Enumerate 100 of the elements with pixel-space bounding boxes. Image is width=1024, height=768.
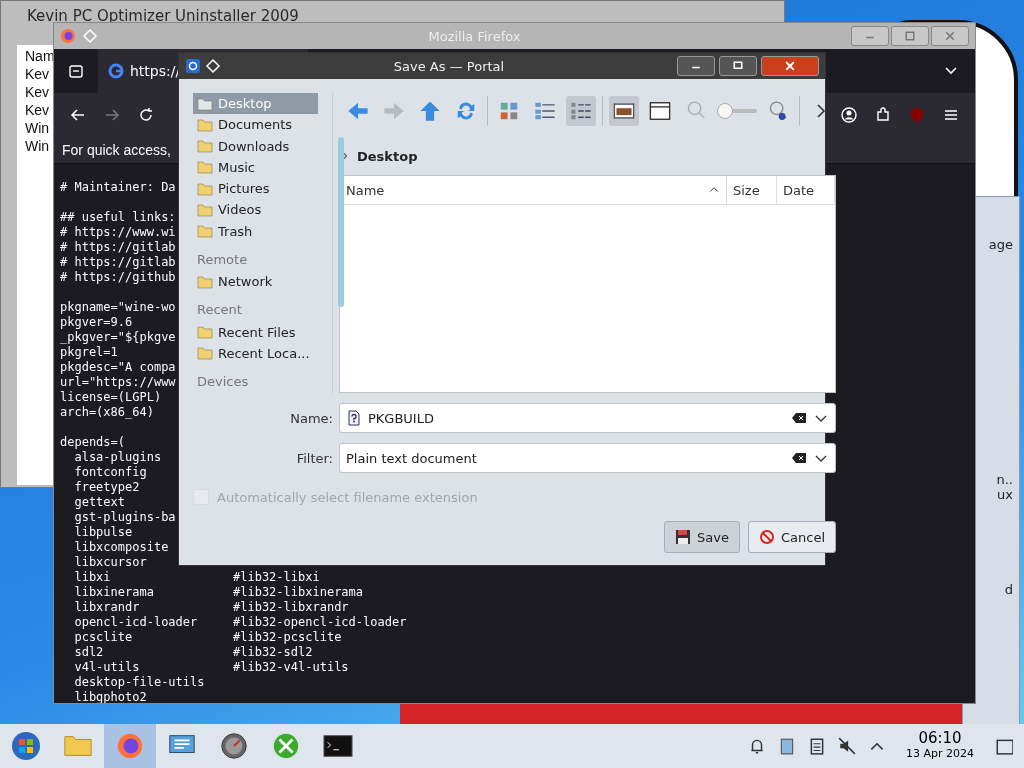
places-item[interactable]: Pictures <box>193 178 318 200</box>
column-header[interactable]: Name <box>340 176 727 204</box>
firefox-icon <box>115 731 145 761</box>
code-line: libxcomposite <box>73 540 169 555</box>
view-compact-icon <box>534 100 556 122</box>
places-icon <box>649 100 671 122</box>
code-comment: #lib32-opencl-icd-loader <box>233 615 407 630</box>
folder-icon <box>197 273 213 290</box>
maximize-button[interactable] <box>719 56 757 76</box>
code-line: # Maintainer: Da <box>60 180 176 195</box>
places-item[interactable]: Trash <box>193 220 318 242</box>
code-line: # https://www.wi <box>60 225 176 240</box>
places-header: Remote <box>196 251 249 269</box>
view-mode-button[interactable] <box>566 96 596 126</box>
start-orb-icon <box>10 730 42 762</box>
code-line: gettext <box>73 495 126 510</box>
save-button[interactable]: Save <box>664 521 740 553</box>
slider-thumb[interactable] <box>717 103 733 119</box>
shield-icon <box>909 107 925 123</box>
code-comment: #lib32-pcsclite <box>233 630 342 645</box>
places-item[interactable]: Recent Loca... <box>193 342 318 364</box>
code-line: pkgname="wine-wo <box>60 300 176 315</box>
folder-icon <box>197 95 213 112</box>
code-line: pkgdesc="A compa <box>60 360 176 375</box>
window-title: Kevin PC Optimizer Uninstaller 2009 <box>26 6 300 27</box>
up-arrow-icon <box>419 100 441 122</box>
name-field[interactable]: PKGBUILD <box>339 403 836 433</box>
places-item[interactable]: Videos <box>193 199 318 221</box>
preview-icon <box>613 100 635 122</box>
list-item[interactable]: Win <box>25 137 50 155</box>
reload-icon <box>455 100 477 122</box>
view-detailed-icon <box>570 100 592 122</box>
code-line: # https://gitlab <box>60 255 176 270</box>
code-line: gst-plugins-ba <box>73 510 176 525</box>
code-comment: #lib32-libxinerama <box>233 585 364 600</box>
diamond-icon <box>82 28 98 44</box>
alarm-icon <box>748 737 766 755</box>
scrollbar[interactable] <box>338 137 344 307</box>
places-item[interactable]: Recent Files <box>193 321 318 343</box>
code-line: depends=( <box>60 435 126 450</box>
window-title: Mozilla Firefox <box>427 28 522 44</box>
breadcrumb-item[interactable]: Desktop <box>357 148 418 164</box>
cancel-button[interactable]: Cancel <box>747 521 836 553</box>
list-item[interactable]: Kev <box>25 65 50 83</box>
code-line: libgphoto2 <box>73 690 147 703</box>
maximize-icon <box>732 60 744 72</box>
puzzle-icon <box>875 107 891 123</box>
places-item[interactable]: Downloads <box>193 135 318 157</box>
code-line: pkgrel=1 <box>60 345 118 360</box>
folder-icon <box>197 324 213 340</box>
column-header[interactable]: Size <box>727 176 777 204</box>
clear-icon <box>791 410 807 426</box>
forward-arrow-icon <box>104 107 120 123</box>
code-line: _pkgver="${pkgve <box>60 330 176 345</box>
close-icon <box>944 30 956 42</box>
forward-arrow-icon <box>383 100 405 122</box>
places-header: Devices <box>196 373 250 392</box>
code-line: libxinerama <box>73 585 154 600</box>
cancel-icon <box>758 529 775 545</box>
list-item[interactable]: Kev <box>25 101 50 119</box>
tab-list-icon <box>68 63 84 79</box>
close-button[interactable] <box>931 26 969 46</box>
close-button[interactable] <box>761 56 819 76</box>
dialog-title: Save As — Portal <box>392 58 506 74</box>
firefox-icon <box>60 28 76 44</box>
clock[interactable]: 06:10 13 Apr 2024 <box>896 731 984 761</box>
places-item[interactable]: Documents <box>193 114 318 136</box>
zoom-in-icon <box>767 100 789 122</box>
zoom-slider[interactable] <box>717 101 757 121</box>
places-item[interactable]: Music <box>193 156 318 179</box>
muted-speaker-icon <box>838 737 856 755</box>
panel-toggle-button[interactable] <box>609 96 639 126</box>
code-line: ## useful links: <box>60 210 176 225</box>
folder-icon <box>197 138 213 155</box>
list-item[interactable]: Win <box>25 119 50 137</box>
code-line: alsa-plugins <box>73 450 162 465</box>
back-arrow-icon <box>347 100 369 122</box>
code-line: freetype2 <box>73 480 140 495</box>
code-line: libpulse <box>73 525 133 540</box>
back-arrow-icon <box>70 107 86 123</box>
code-line: desktop-file-utils <box>73 675 205 690</box>
folder-icon <box>197 116 213 133</box>
window-text: ux <box>997 487 1014 502</box>
code-line: libxrandr <box>73 600 140 615</box>
column-header[interactable]: Date <box>777 176 835 204</box>
notification-text: For quick access, <box>62 142 171 158</box>
view-icons-icon <box>498 100 520 122</box>
list-item[interactable]: Kev <box>25 83 50 101</box>
code-line: pcsclite <box>73 630 133 645</box>
code-line: # https://github <box>60 270 176 285</box>
close-icon <box>784 60 796 72</box>
code-line: libxcursor <box>73 555 147 570</box>
places-item[interactable]: Network <box>193 271 318 293</box>
maximize-icon <box>904 30 916 42</box>
folder-icon <box>197 159 213 176</box>
unknown-file-icon <box>346 410 362 426</box>
code-comment: #lib32-sdl2 <box>233 645 313 660</box>
minimize-button[interactable] <box>851 26 889 46</box>
code-comment: #lib32-v4l-utils <box>233 660 349 675</box>
filter-field[interactable]: Plain text document <box>339 443 836 473</box>
